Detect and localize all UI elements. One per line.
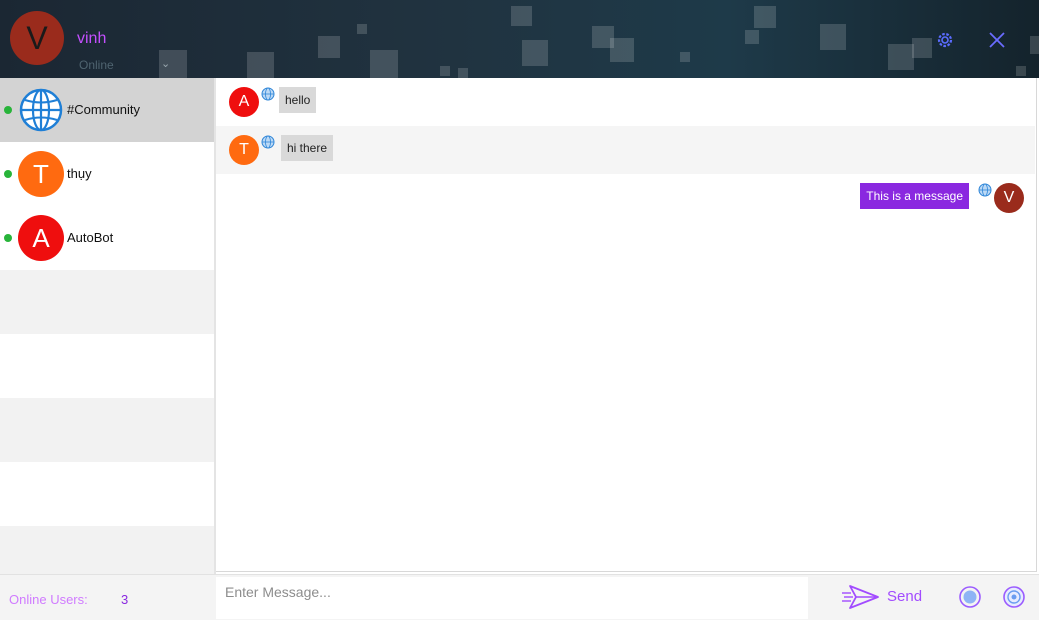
empty-contact-slot bbox=[0, 398, 214, 462]
contact-item-autobot[interactable]: A AutoBot bbox=[0, 206, 214, 270]
header-decoration bbox=[610, 38, 634, 62]
chevron-down-icon: ⌄ bbox=[161, 57, 171, 70]
globe-icon bbox=[261, 87, 275, 101]
online-indicator bbox=[4, 234, 12, 242]
header-decoration bbox=[912, 38, 932, 58]
footer-bar: Online Users: 3 Send bbox=[0, 574, 1039, 620]
header-decoration bbox=[820, 24, 846, 50]
online-users-count: 3 bbox=[121, 592, 129, 607]
header-decoration bbox=[1030, 36, 1039, 54]
message-row: T hi there bbox=[216, 126, 1035, 174]
emoji-icon[interactable] bbox=[1002, 585, 1026, 609]
header-decoration bbox=[247, 52, 274, 78]
header-bar: V vinh Online ⌄ bbox=[0, 0, 1039, 78]
globe-icon bbox=[978, 183, 992, 197]
chat-app-window: V vinh Online ⌄ #Community T thụy A Auto… bbox=[0, 0, 1039, 620]
header-decoration bbox=[357, 24, 367, 34]
message-row: A hello bbox=[216, 78, 1035, 126]
contact-list: #Community T thụy A AutoBot bbox=[0, 78, 214, 574]
close-button[interactable] bbox=[985, 28, 1009, 52]
globe-icon bbox=[261, 135, 275, 149]
header-decoration bbox=[370, 50, 398, 78]
contact-avatar: A bbox=[18, 215, 64, 261]
contact-item-thuy[interactable]: T thụy bbox=[0, 142, 214, 206]
message-bubble: This is a message bbox=[860, 183, 969, 209]
globe-icon bbox=[19, 88, 63, 132]
user-avatar[interactable]: V bbox=[10, 11, 64, 65]
empty-contact-slot bbox=[0, 526, 214, 574]
header-decoration bbox=[745, 30, 759, 44]
header-decoration bbox=[440, 66, 450, 76]
contact-name: thụy bbox=[67, 166, 92, 181]
message-row: This is a message V bbox=[216, 174, 1035, 222]
message-bubble: hello bbox=[279, 87, 317, 113]
send-icon bbox=[842, 585, 879, 609]
close-icon bbox=[989, 32, 1005, 48]
message-input[interactable] bbox=[216, 577, 808, 619]
header-decoration bbox=[511, 6, 532, 26]
status-dropdown[interactable]: Online ⌄ bbox=[76, 55, 176, 75]
online-users-label: Online Users: bbox=[9, 592, 88, 607]
send-button[interactable]: Send bbox=[840, 581, 926, 613]
settings-icon bbox=[937, 32, 953, 48]
header-decoration bbox=[458, 68, 468, 78]
settings-button[interactable] bbox=[933, 28, 957, 52]
message-avatar: T bbox=[229, 135, 259, 165]
contact-name: AutoBot bbox=[67, 230, 114, 245]
username: vinh bbox=[77, 30, 107, 47]
message-panel: A hello T hi there This is a message V bbox=[216, 78, 1037, 572]
header-decoration bbox=[754, 6, 776, 28]
contact-name: #Community bbox=[67, 102, 140, 117]
empty-contact-slot bbox=[0, 270, 214, 334]
online-indicator bbox=[4, 170, 12, 178]
message-avatar: A bbox=[229, 87, 259, 117]
status-value: Online bbox=[79, 58, 114, 72]
send-label: Send bbox=[887, 588, 923, 605]
header-decoration bbox=[522, 40, 548, 66]
record-icon[interactable] bbox=[958, 585, 982, 609]
contact-item-community[interactable]: #Community bbox=[0, 78, 214, 142]
header-decoration bbox=[1016, 66, 1026, 76]
empty-contact-slot bbox=[0, 462, 214, 526]
message-bubble: hi there bbox=[281, 135, 334, 161]
message-avatar: V bbox=[994, 183, 1024, 213]
header-decoration bbox=[888, 44, 914, 70]
online-indicator bbox=[4, 106, 12, 114]
header-decoration bbox=[680, 52, 690, 62]
contact-avatar: T bbox=[18, 151, 64, 197]
empty-contact-slot bbox=[0, 334, 214, 398]
header-decoration bbox=[318, 36, 340, 58]
